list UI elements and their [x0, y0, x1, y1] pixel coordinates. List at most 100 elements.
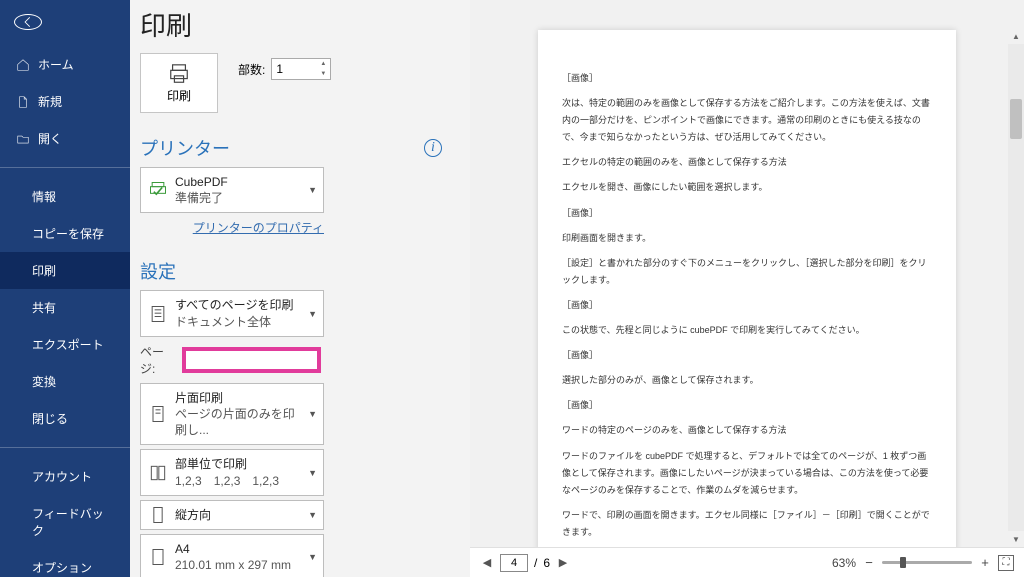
printer-ready-icon [147, 179, 169, 201]
sub: 210.01 mm x 297 mm [175, 557, 301, 573]
label: 変換 [32, 373, 56, 390]
paper-size-select[interactable]: A4 210.01 mm x 297 mm ▼ [140, 534, 324, 577]
settings-heading: 設定 [140, 258, 442, 284]
printer-name: CubePDF [175, 174, 301, 190]
title: A4 [175, 541, 301, 557]
preview-line: ［画像］ [562, 347, 932, 364]
page-sep: / [534, 556, 537, 570]
sidebar-item-transform[interactable]: 変換 [0, 363, 130, 400]
back-button[interactable] [14, 14, 42, 30]
label: 共有 [32, 299, 56, 316]
copies: 部数: ▲ ▼ [238, 57, 331, 81]
printer-heading: プリンター i [140, 135, 442, 161]
zoom-in[interactable]: + [978, 556, 992, 570]
zoom-slider[interactable] [882, 561, 972, 564]
sub: 1,2,3 1,2,3 1,2,3 [175, 473, 301, 489]
scroll-track[interactable] [1008, 44, 1024, 531]
next-page[interactable]: ▶ [556, 556, 570, 570]
zoom-out[interactable]: − [862, 556, 876, 570]
label: 印刷 [167, 87, 191, 104]
label: 開く [38, 130, 62, 147]
sidebar-item-new[interactable]: 新規 [0, 83, 130, 120]
chevron-down-icon: ▼ [308, 551, 317, 563]
printer-select[interactable]: CubePDF 準備完了 ▼ [140, 167, 324, 213]
label: 情報 [32, 188, 56, 205]
label: エクスポート [32, 336, 104, 353]
arrow-left-icon [21, 15, 35, 29]
total-pages: 6 [543, 556, 550, 570]
print-range-select[interactable]: すべてのページを印刷 ドキュメント全体 ▼ [140, 290, 324, 336]
center-panel: 印刷 印刷 部数: ▲ ▼ [130, 0, 470, 577]
pages-input[interactable] [182, 347, 321, 373]
sidebar-item-open[interactable]: 開く [0, 120, 130, 157]
print-button[interactable]: 印刷 [140, 53, 218, 113]
collate-icon [147, 462, 169, 484]
preview-line: エクセルを開き、画像にしたい範囲を選択します。 [562, 179, 932, 196]
chevron-down-icon: ▼ [308, 307, 317, 319]
preview-line: 選択した部分のみが、画像として保存されます。 [562, 372, 932, 389]
sidebar-item-home[interactable]: ホーム [0, 46, 130, 83]
title: 片面印刷 [175, 390, 301, 406]
home-icon [16, 58, 30, 72]
paper-icon [147, 546, 169, 568]
preview-line: 次は、特定の範囲のみを画像として保存する方法をご紹介します。この方法を使えば、文… [562, 95, 932, 146]
label: 印刷 [32, 262, 56, 279]
pages-icon [147, 303, 169, 325]
collate-select[interactable]: 部単位で印刷 1,2,3 1,2,3 1,2,3 ▼ [140, 449, 324, 495]
sidebar-item-export[interactable]: エクスポート [0, 326, 130, 363]
pages-row: ページ: [140, 343, 442, 377]
one-sided-select[interactable]: 片面印刷 ページの片面のみを印刷し... ▼ [140, 383, 324, 446]
copies-down[interactable]: ▼ [316, 69, 330, 79]
sidebar-item-share[interactable]: 共有 [0, 289, 130, 326]
printer-icon [167, 63, 191, 85]
scroll-thumb[interactable] [1010, 99, 1022, 139]
chevron-down-icon: ▼ [308, 466, 317, 478]
label: コピーを保存 [32, 225, 104, 242]
zoom-fit[interactable]: ⛶ [998, 555, 1014, 571]
prev-page[interactable]: ◀ [480, 556, 494, 570]
sidebar-bottom: アカウント フィードバック オプション [0, 437, 130, 577]
preview-line: ワードで、印刷の画面を開きます。エクセル同様に［ファイル］－［印刷］で開くことが… [562, 507, 932, 541]
sub: ページの片面のみを印刷し... [175, 406, 301, 438]
orientation-select[interactable]: 縦方向 ▼ [140, 500, 324, 530]
sidebar-item-info[interactable]: 情報 [0, 178, 130, 215]
copies-up[interactable]: ▲ [316, 59, 330, 69]
copies-input-wrap: ▲ ▼ [271, 58, 331, 80]
preview-line: この状態で、先程と同じように cubePDF で印刷を実行してみてください。 [562, 322, 932, 339]
info-icon[interactable]: i [424, 139, 442, 157]
preview-line: ［画像］ [562, 297, 932, 314]
copies-label: 部数: [238, 61, 265, 78]
label: フィードバック [32, 505, 114, 539]
title: 縦方向 [175, 507, 301, 523]
sidebar-item-options[interactable]: オプション [0, 549, 130, 577]
page-title: 印刷 [130, 0, 470, 53]
label: ホーム [38, 56, 74, 73]
sidebar-item-save-copy[interactable]: コピーを保存 [0, 215, 130, 252]
printer-properties-link[interactable]: プリンターのプロパティ [140, 219, 324, 236]
title: すべてのページを印刷 [175, 297, 301, 313]
open-icon [16, 132, 30, 146]
label: アカウント [32, 468, 92, 485]
sidebar-item-feedback[interactable]: フィードバック [0, 495, 130, 549]
copies-spinner: ▲ ▼ [316, 59, 330, 79]
sidebar-item-close[interactable]: 閉じる [0, 400, 130, 437]
orientation-icon [147, 504, 169, 526]
zoom-thumb[interactable] [900, 557, 906, 568]
preview-line: エクセルの特定の範囲のみを、画像として保存する方法 [562, 154, 932, 171]
preview-line: 印刷画面を開きます。 [562, 230, 932, 247]
preview-scrollbar[interactable]: ▲ ▼ [1008, 28, 1024, 547]
current-page-input[interactable] [500, 554, 528, 572]
pages-label: ページ: [140, 343, 176, 377]
preview-line: ［画像］ [562, 397, 932, 414]
sidebar: ホーム 新規 開く 情報 コピーを保存 印刷 共有 エクスポート 変換 閉じる … [0, 0, 130, 577]
chevron-down-icon: ▼ [308, 509, 317, 521]
scroll-up[interactable]: ▲ [1008, 28, 1024, 44]
app-root: ホーム 新規 開く 情報 コピーを保存 印刷 共有 エクスポート 変換 閉じる … [0, 0, 1024, 577]
scroll-down[interactable]: ▼ [1008, 531, 1024, 547]
sidebar-item-print[interactable]: 印刷 [0, 252, 130, 289]
sidebar-item-account[interactable]: アカウント [0, 458, 130, 495]
one-sided-icon [147, 403, 169, 425]
new-icon [16, 95, 30, 109]
copies-input[interactable] [272, 59, 316, 79]
preview-line: ワードのファイルを cubePDF で処理すると、デフォルトでは全てのページが、… [562, 448, 932, 499]
